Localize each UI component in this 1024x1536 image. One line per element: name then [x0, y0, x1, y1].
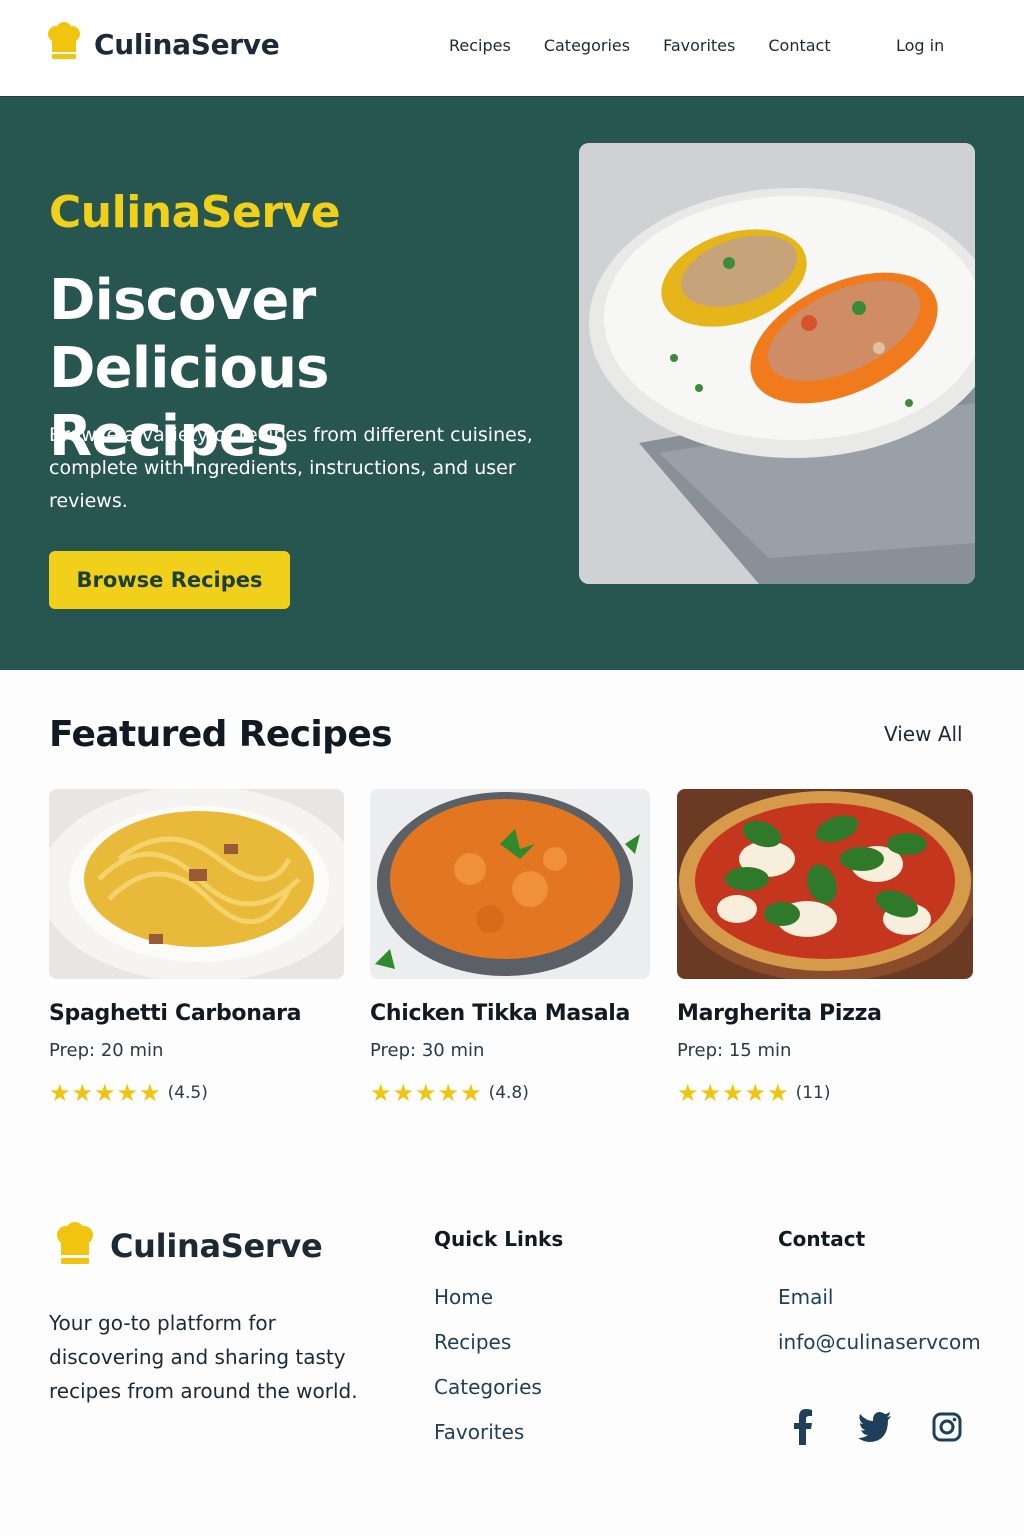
rating-score: (4.5) — [167, 1083, 208, 1103]
recipe-rating: ★★★★★ (4.8) — [370, 1079, 650, 1107]
spaghetti-carbonara-image — [49, 789, 344, 979]
chef-hat-icon — [57, 1222, 93, 1264]
brand-logo-link[interactable]: CulinaServe — [46, 22, 280, 66]
hero-section: CulinaServe Discover Delicious Recipes B… — [0, 97, 1024, 670]
recipe-title: Spaghetti Carbonara — [49, 1001, 302, 1026]
login-link[interactable]: Log in — [896, 36, 944, 55]
nav-item-recipes[interactable]: Recipes — [449, 36, 511, 55]
footer-link-categories[interactable]: Categories — [434, 1375, 542, 1399]
star-icons: ★★★★★ — [370, 1079, 483, 1107]
recipe-prep-time: Prep: 20 min — [49, 1040, 164, 1061]
browse-recipes-button[interactable]: Browse Recipes — [49, 551, 290, 609]
contact-list: Email info@culinaservcom — [778, 1285, 981, 1375]
footer-link-home[interactable]: Home — [434, 1285, 493, 1309]
nav-item-contact[interactable]: Contact — [768, 36, 830, 55]
recipe-title: Chicken Tikka Masala — [370, 1001, 631, 1026]
recipe-rating: ★★★★★ (4.5) — [49, 1079, 344, 1107]
rating-score: (4.8) — [488, 1083, 529, 1103]
recipe-prep-time: Prep: 15 min — [677, 1040, 792, 1061]
star-icons: ★★★★★ — [49, 1079, 162, 1107]
quick-links-list: Home Recipes Categories Favorites — [434, 1285, 542, 1465]
recipe-card-chicken-tikka-masala[interactable]: Chicken Tikka Masala Prep: 30 min ★★★★★ … — [370, 789, 650, 1107]
footer-contact-email-address[interactable]: info@culinaservcom — [778, 1330, 981, 1354]
footer-brand[interactable]: CulinaServe — [54, 1222, 323, 1270]
view-all-link[interactable]: View All — [884, 722, 963, 746]
top-navigation: CulinaServe Recipes Categories Favorites… — [0, 0, 1024, 97]
hero-stuffed-peppers-image — [579, 143, 975, 584]
nav-item-categories[interactable]: Categories — [544, 36, 630, 55]
footer-link-recipes[interactable]: Recipes — [434, 1330, 511, 1354]
recipe-title: Margherita Pizza — [677, 1001, 882, 1026]
footer-brand-name: CulinaServe — [110, 1227, 323, 1265]
social-links — [786, 1408, 1002, 1446]
recipe-prep-time: Prep: 30 min — [370, 1040, 485, 1061]
hero-description: Browse a variety of recipes from differe… — [49, 424, 533, 512]
hero-kicker: CulinaServe — [49, 187, 341, 238]
facebook-icon[interactable] — [786, 1408, 820, 1446]
contact-heading: Contact — [778, 1227, 866, 1251]
footer-description: Your go-to platform for discovering and … — [49, 1311, 358, 1403]
star-icons: ★★★★★ — [677, 1079, 790, 1107]
recipe-rating: ★★★★★ (11) — [677, 1079, 973, 1107]
main-nav: Recipes Categories Favorites Contact — [449, 36, 864, 55]
chef-hat-icon — [48, 22, 80, 59]
margherita-pizza-image — [677, 789, 973, 979]
rating-score: (11) — [795, 1083, 831, 1103]
twitter-icon[interactable] — [858, 1408, 892, 1446]
featured-recipes-heading: Featured Recipes — [49, 714, 393, 755]
quick-links-heading: Quick Links — [434, 1227, 564, 1251]
recipe-card-spaghetti-carbonara[interactable]: Spaghetti Carbonara Prep: 20 min ★★★★★ (… — [49, 789, 344, 1107]
footer-contact-email-label[interactable]: Email — [778, 1285, 834, 1309]
footer-link-favorites[interactable]: Favorites — [434, 1420, 524, 1444]
brand-name: CulinaServe — [94, 27, 280, 61]
instagram-icon[interactable] — [930, 1408, 964, 1446]
recipe-card-margherita-pizza[interactable]: Margherita Pizza Prep: 15 min ★★★★★ (11) — [677, 789, 973, 1107]
nav-item-favorites[interactable]: Favorites — [663, 36, 735, 55]
chicken-tikka-masala-image — [370, 789, 650, 979]
